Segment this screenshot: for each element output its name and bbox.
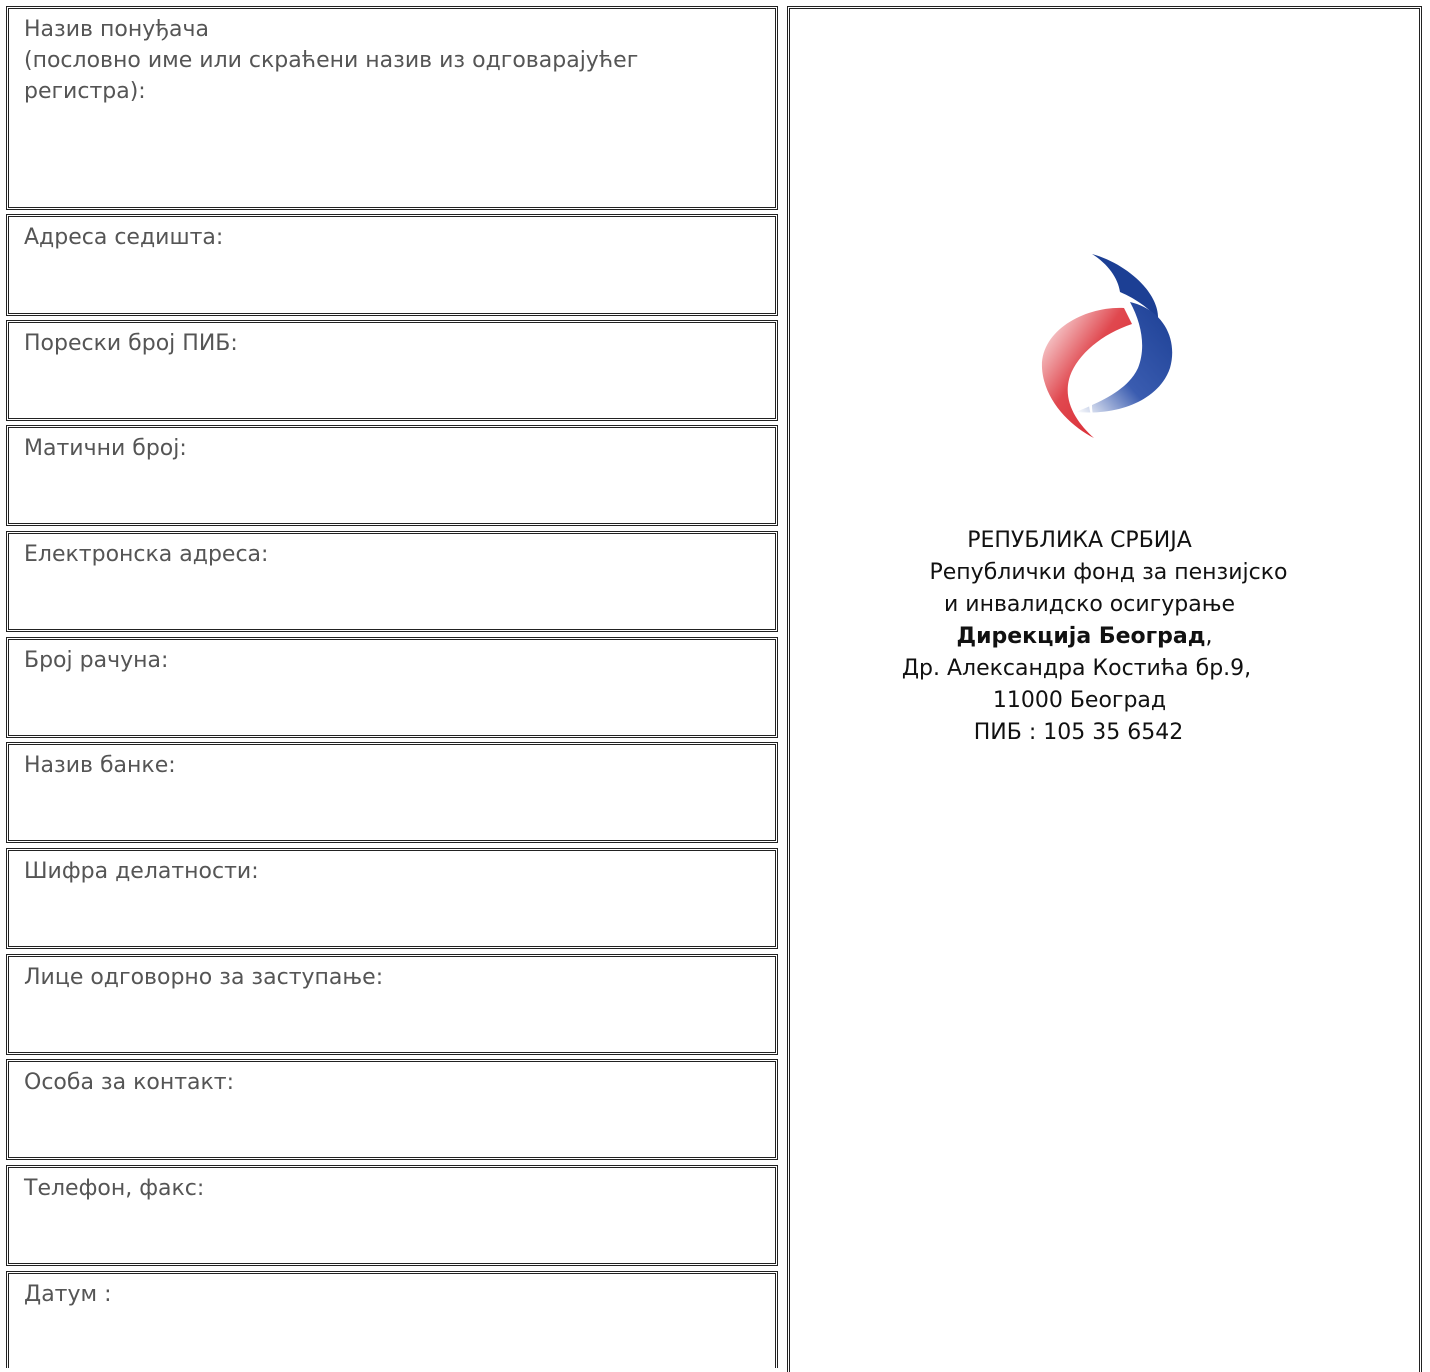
field-label: Порески број ПИБ: [24, 331, 238, 356]
pension-fund-logo-icon [1041, 254, 1173, 438]
field-email[interactable]: Електронска адреса: [6, 531, 778, 632]
field-label: Датум : [24, 1282, 112, 1307]
field-phone-fax[interactable]: Телефон, факс: [6, 1165, 778, 1266]
city: 11000 Београд [992, 688, 1167, 713]
recipient-address: РЕПУБЛИКА СРБИЈА Републички фонд за пенз… [790, 525, 1419, 749]
country-name: РЕПУБЛИКА СРБИЈА [967, 528, 1192, 553]
field-address[interactable]: Адреса седишта: [6, 214, 778, 316]
field-label: Телефон, факс: [24, 1176, 205, 1201]
field-label: Број рачуна: [24, 648, 169, 673]
field-legal-representative[interactable]: Лице одговорно за заступање: [6, 954, 778, 1055]
directorate-suffix: , [1205, 624, 1213, 649]
field-bidder-name[interactable]: Назив понуђача (пословно име или скраћен… [6, 6, 778, 210]
field-activity-code[interactable]: Шифра делатности: [6, 848, 778, 949]
street-address: Др. Александра Костића бр.9, [901, 656, 1252, 681]
field-label: Лице одговорно за заступање: [24, 965, 384, 990]
fund-name-line1: Републички фонд за пензијско [929, 560, 1288, 585]
field-tax-number[interactable]: Порески број ПИБ: [6, 320, 778, 421]
field-contact-person[interactable]: Особа за контакт: [6, 1059, 778, 1160]
recipient-panel: РЕПУБЛИКА СРБИЈА Републички фонд за пенз… [787, 6, 1422, 1372]
field-registration-number[interactable]: Матични број: [6, 425, 778, 526]
field-label: Адреса седишта: [24, 225, 224, 250]
field-bank-name[interactable]: Назив банке: [6, 742, 778, 843]
field-label: Особа за контакт: [24, 1070, 235, 1095]
field-account-number[interactable]: Број рачуна: [6, 637, 778, 738]
field-label: Назив понуђача (пословно име или скраћен… [24, 17, 639, 104]
pib: ПИБ : 105 35 6542 [973, 720, 1184, 745]
fund-name-line2: и инвалидско осигурање [943, 592, 1235, 617]
field-label: Назив банке: [24, 753, 176, 778]
field-label: Шифра делатности: [24, 859, 259, 884]
bidder-info-column: Назив понуђача (пословно име или скраћен… [0, 0, 788, 1368]
directorate-name: Дирекција Београд [956, 624, 1206, 649]
field-label: Електронска адреса: [24, 542, 269, 567]
field-label: Матични број: [24, 436, 187, 461]
field-date[interactable]: Датум : [6, 1271, 778, 1368]
